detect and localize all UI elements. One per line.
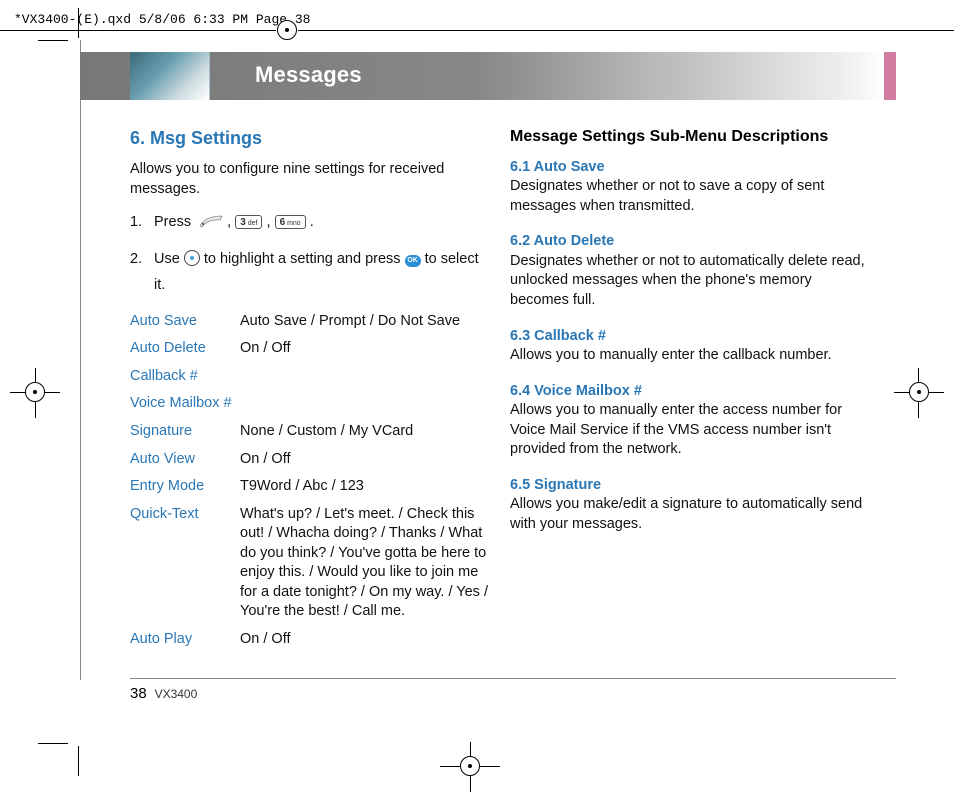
page-number: 38 <box>130 685 147 702</box>
sub-item-title: 6.3 Callback # <box>510 327 868 347</box>
header-rule-right <box>298 30 954 31</box>
sub-item-body: Designates whether or not to automatical… <box>510 252 868 311</box>
table-row: Voice Mailbox # <box>130 390 488 418</box>
print-header: *VX3400-(E).qxd 5/8/06 6:33 PM Page 38 <box>14 12 310 27</box>
sub-item: 6.4 Voice Mailbox # Allows you to manual… <box>510 382 868 460</box>
table-row: Callback # <box>130 363 488 391</box>
table-row: Auto DeleteOn / Off <box>130 335 488 363</box>
table-row: Auto SaveAuto Save / Prompt / Do Not Sav… <box>130 308 488 336</box>
banner-photo <box>130 52 210 100</box>
settings-table: Auto SaveAuto Save / Prompt / Do Not Sav… <box>130 308 488 654</box>
sub-item-body: Allows you make/edit a signature to auto… <box>510 495 868 534</box>
header-rule-left <box>0 30 276 31</box>
sub-item-body: Allows you to manually enter the access … <box>510 401 868 460</box>
sub-item-title: 6.4 Voice Mailbox # <box>510 382 868 402</box>
sub-item-title: 6.2 Auto Delete <box>510 232 868 252</box>
registration-mark-icon <box>277 20 297 40</box>
ok-button-icon: OK <box>405 255 421 267</box>
left-softkey-icon <box>199 211 223 225</box>
chapter-title: Messages <box>255 62 362 88</box>
sub-item: 6.5 Signature Allows you make/edit a sig… <box>510 476 868 535</box>
step-2: 2. Use to highlight a setting and press … <box>130 246 488 298</box>
table-row: Quick-TextWhat's up? / Let's meet. / Che… <box>130 501 488 626</box>
page: Messages 6. Msg Settings Allows you to c… <box>80 40 896 740</box>
sub-item: 6.1 Auto Save Designates whether or not … <box>510 158 868 217</box>
submenu-heading: Message Settings Sub-Menu Descriptions <box>510 126 868 148</box>
key-3-icon: 3 def <box>235 215 262 229</box>
model-label: VX3400 <box>155 687 198 701</box>
sub-item-body: Allows you to manually enter the callbac… <box>510 346 868 366</box>
table-row: Auto PlayOn / Off <box>130 626 488 654</box>
footer-rule <box>130 678 896 679</box>
sub-item: 6.3 Callback # Allows you to manually en… <box>510 327 868 366</box>
right-column: Message Settings Sub-Menu Descriptions 6… <box>510 126 868 551</box>
sub-item-body: Designates whether or not to save a copy… <box>510 177 868 216</box>
sub-item-title: 6.1 Auto Save <box>510 158 868 178</box>
table-row: SignatureNone / Custom / My VCard <box>130 418 488 446</box>
sub-item: 6.2 Auto Delete Designates whether or no… <box>510 232 868 310</box>
step-1: 1. Press , 3 def , 6 mno . <box>130 209 488 235</box>
left-column: 6. Msg Settings Allows you to configure … <box>130 126 488 654</box>
nav-ring-icon <box>184 250 200 266</box>
page-footer: 38 VX3400 <box>130 685 197 702</box>
table-row: Auto ViewOn / Off <box>130 446 488 474</box>
key-6-icon: 6 mno <box>275 215 306 229</box>
table-row: Entry ModeT9Word / Abc / 123 <box>130 473 488 501</box>
chapter-banner: Messages <box>80 52 896 100</box>
intro-text: Allows you to configure nine settings fo… <box>130 160 488 199</box>
sub-item-title: 6.5 Signature <box>510 476 868 496</box>
section-heading: 6. Msg Settings <box>130 126 488 150</box>
